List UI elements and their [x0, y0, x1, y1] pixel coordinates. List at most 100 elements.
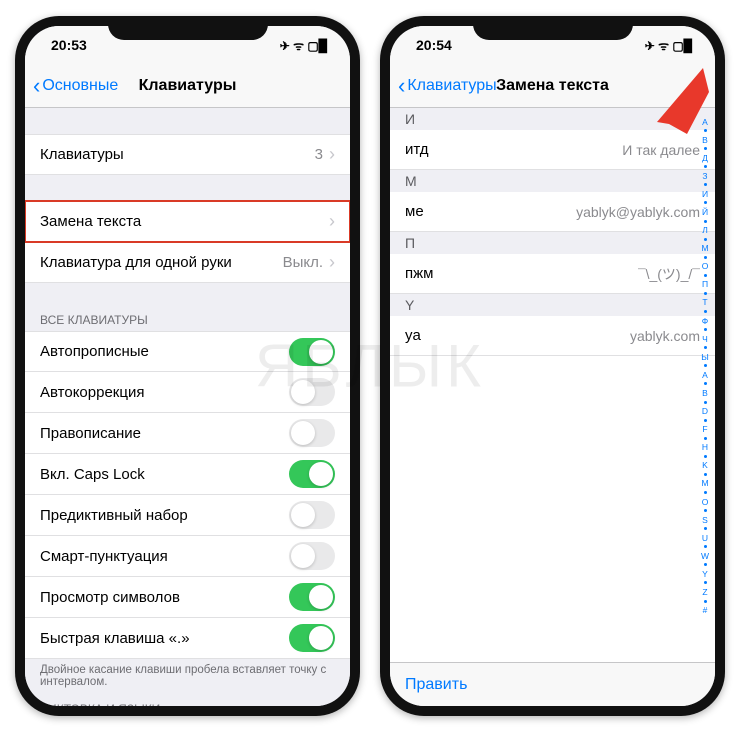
index-letter[interactable]: O	[702, 497, 709, 507]
index-dot	[704, 292, 707, 295]
row-autocap[interactable]: Автопрописные	[25, 331, 350, 372]
index-letter[interactable]: H	[702, 442, 708, 452]
index-letter[interactable]: Ы	[701, 352, 709, 362]
row-label: Вкл. Caps Lock	[40, 466, 145, 483]
edit-button[interactable]: Править	[405, 676, 467, 694]
row-label: Просмотр символов	[40, 589, 180, 606]
index-letter[interactable]: Ч	[702, 334, 708, 344]
row-autocorr[interactable]: Автокоррекция	[25, 372, 350, 413]
row-one-handed[interactable]: Клавиатура для одной руки Выкл.›	[25, 242, 350, 283]
toggle-switch[interactable]	[289, 460, 335, 488]
index-dot	[704, 310, 707, 313]
index-letter[interactable]: K	[702, 460, 708, 470]
index-letter[interactable]: О	[702, 261, 709, 271]
chevron-right-icon: ›	[329, 211, 335, 232]
chevron-right-icon: ›	[329, 144, 335, 165]
index-dot	[704, 437, 707, 440]
index-letter[interactable]: M	[701, 478, 708, 488]
index-letter[interactable]: W	[701, 551, 709, 561]
replacement-row[interactable]: yayablyk.com	[390, 316, 715, 356]
back-button[interactable]: ‹ Основные	[33, 75, 118, 97]
toggle-switch[interactable]	[289, 338, 335, 366]
row-quickdot[interactable]: Быстрая клавиша «.»	[25, 618, 350, 659]
status-time: 20:53	[51, 37, 87, 53]
index-letter[interactable]: М	[701, 243, 708, 253]
toggle-switch[interactable]	[289, 542, 335, 570]
index-letter[interactable]: З	[702, 171, 707, 181]
index-dot	[704, 491, 707, 494]
index-letter[interactable]: A	[702, 370, 708, 380]
screen-keyboards: 20:53 ✈ ᯤ ▢▉ ‹ Основные Клавиатуры Клави…	[25, 26, 350, 706]
chevron-right-icon: ›	[329, 252, 335, 273]
index-bar[interactable]: АВДЗИЙЛМОПТФЧЫABDFHKMOSUWYZ#	[698, 114, 712, 618]
status-time: 20:54	[416, 37, 452, 53]
row-predict[interactable]: Предиктивный набор	[25, 495, 350, 536]
toggle-switch[interactable]	[289, 501, 335, 529]
row-capslock[interactable]: Вкл. Caps Lock	[25, 454, 350, 495]
nav-bar: ‹ Основные Клавиатуры	[25, 64, 350, 108]
index-letter[interactable]: Y	[702, 569, 708, 579]
toggle-switch[interactable]	[289, 583, 335, 611]
index-letter[interactable]: D	[702, 406, 708, 416]
phrase-text: yablyk.com	[630, 328, 700, 344]
index-letter[interactable]: Ф	[702, 316, 708, 326]
notch	[473, 16, 633, 40]
replacements-list[interactable]: ИитдИ так далееМмеyablyk@yablyk.comПпжм¯…	[390, 108, 715, 662]
shortcut-text: итд	[405, 141, 429, 158]
row-label: Клавиатуры	[40, 146, 124, 163]
row-smartpunc[interactable]: Смарт-пунктуация	[25, 536, 350, 577]
shortcut-text: ме	[405, 203, 424, 220]
replacement-row[interactable]: пжм¯\_(ツ)_/¯	[390, 254, 715, 294]
index-dot	[704, 183, 707, 186]
index-letter[interactable]: U	[702, 533, 708, 543]
row-label: Клавиатура для одной руки	[40, 254, 232, 271]
section-header: М	[390, 170, 715, 192]
toggle-switch[interactable]	[289, 624, 335, 652]
index-letter[interactable]: П	[702, 279, 708, 289]
index-letter[interactable]: F	[702, 424, 707, 434]
row-label: Правописание	[40, 425, 141, 442]
toggle-switch[interactable]	[289, 378, 335, 406]
section-header: П	[390, 232, 715, 254]
index-letter[interactable]: Д	[702, 153, 708, 163]
index-letter[interactable]: Й	[702, 207, 708, 217]
index-dot	[704, 545, 707, 548]
row-spell[interactable]: Правописание	[25, 413, 350, 454]
row-label: Замена текста	[40, 213, 141, 230]
index-dot	[704, 382, 707, 385]
index-dot	[704, 346, 707, 349]
index-dot	[704, 274, 707, 277]
row-keyboards[interactable]: Клавиатуры 3›	[25, 134, 350, 175]
index-letter[interactable]: B	[702, 388, 708, 398]
footnote: Двойное касание клавиши пробела вставляе…	[25, 659, 350, 698]
row-label: Автокоррекция	[40, 384, 144, 401]
row-label: Быстрая клавиша «.»	[40, 630, 190, 647]
index-dot	[704, 364, 707, 367]
toggle-switch[interactable]	[289, 419, 335, 447]
index-letter[interactable]: Т	[702, 297, 707, 307]
index-dot	[704, 401, 707, 404]
index-dot	[704, 563, 707, 566]
chevron-left-icon: ‹	[33, 75, 40, 97]
index-dot	[704, 328, 707, 331]
index-letter[interactable]: Л	[702, 225, 708, 235]
index-letter[interactable]: И	[702, 189, 708, 199]
page-title: Замена текста	[496, 77, 609, 95]
phrase-text: И так далее	[622, 142, 700, 158]
row-text-replacement[interactable]: Замена текста ›	[25, 201, 350, 242]
index-dot	[704, 238, 707, 241]
index-dot	[704, 600, 707, 603]
row-label: Смарт-пунктуация	[40, 548, 168, 565]
index-letter[interactable]: Z	[702, 587, 707, 597]
row-charprev[interactable]: Просмотр символов	[25, 577, 350, 618]
chevron-left-icon: ‹	[398, 75, 405, 97]
index-dot	[704, 165, 707, 168]
back-button[interactable]: ‹ Клавиатуры	[398, 75, 497, 97]
index-dot	[704, 201, 707, 204]
settings-content[interactable]: Клавиатуры 3› Замена текста › Клавиатура…	[25, 108, 350, 706]
index-letter[interactable]: S	[702, 515, 708, 525]
index-letter[interactable]: #	[703, 605, 708, 615]
replacement-row[interactable]: меyablyk@yablyk.com	[390, 192, 715, 232]
status-icons: ✈ ᯤ ▢▉	[280, 37, 328, 54]
index-dot	[704, 509, 707, 512]
